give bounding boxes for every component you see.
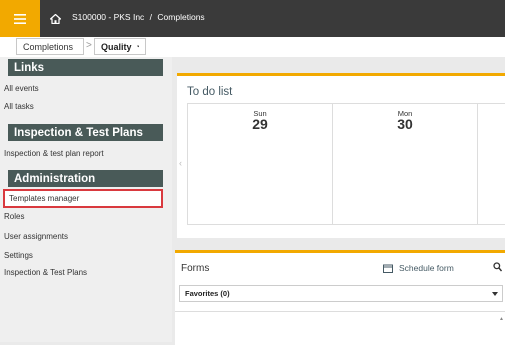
sidebar-item-all-events[interactable]: All events <box>0 80 164 96</box>
favorites-dropdown[interactable]: Favorites (0) <box>179 285 503 302</box>
sidebar-item-label: Templates manager <box>9 194 80 203</box>
sidebar-item-user-assignments[interactable]: User assignments <box>0 228 164 244</box>
chevron-down-icon <box>136 45 139 48</box>
chevron-left-icon[interactable]: ‹ <box>179 158 182 168</box>
completions-module-button[interactable]: Completions <box>16 38 84 55</box>
calendar-day-mon[interactable]: Mon 30 <box>333 104 478 225</box>
section-title: Inspection & Test Plans <box>14 126 143 139</box>
sidebar-item-label: All events <box>4 83 39 93</box>
breadcrumb-current[interactable]: Completions <box>157 12 204 22</box>
calendar-day-sun[interactable]: Sun 29 <box>188 104 333 225</box>
todo-list-title: To do list <box>187 86 233 98</box>
sidebar-item-label: Settings <box>4 250 33 260</box>
home-icon <box>49 13 61 24</box>
completions-module-label: Completions <box>23 41 74 52</box>
sidebar-item-itp[interactable]: Inspection & Test Plans <box>0 264 164 280</box>
hamburger-menu-icon <box>14 13 26 24</box>
menu-button[interactable] <box>0 0 40 37</box>
sidebar-item-label: All tasks <box>4 101 34 111</box>
day-number: 29 <box>252 116 268 132</box>
calendar-icon <box>383 264 393 273</box>
todo-list-panel: To do list ‹ Sun 29 Mon 30 <box>177 73 505 238</box>
calendar-grid: Sun 29 Mon 30 <box>187 103 505 225</box>
breadcrumb-separator: / <box>149 12 153 22</box>
sidebar-item-label: Inspection & Test Plans <box>4 267 88 277</box>
sidebar-item-label: User assignments <box>4 231 69 241</box>
schedule-form-button[interactable]: Schedule form <box>383 263 454 273</box>
sidebar-section-administration: Administration <box>8 170 163 187</box>
scroll-up-icon[interactable]: ▲ <box>499 316 504 322</box>
sidebar-item-label: Inspection & test plan report <box>4 148 104 158</box>
nav-separator: > <box>86 40 92 51</box>
sidebar-item-itp-report[interactable]: Inspection & test plan report <box>0 145 164 161</box>
breadcrumb-project[interactable]: S100000 - PKS Inc <box>72 12 144 22</box>
section-title: Administration <box>14 172 96 185</box>
sidebar-item-all-tasks[interactable]: All tasks <box>0 98 164 114</box>
module-nav-row: Completions > Quality <box>0 37 505 57</box>
sidebar-section-links: Links <box>8 59 163 76</box>
forms-list: ▲ <box>175 311 505 345</box>
home-button[interactable] <box>44 0 66 37</box>
forms-title: Forms <box>181 263 210 274</box>
section-title: Links <box>14 61 45 74</box>
schedule-form-label: Schedule form <box>399 263 454 273</box>
sidebar-section-itp: Inspection & Test Plans <box>8 124 163 141</box>
chevron-down-icon <box>492 292 498 296</box>
sidebar-item-roles[interactable]: Roles <box>0 208 164 224</box>
forms-panel: Forms Schedule form Favorites (0) ▲ <box>175 250 505 345</box>
quality-dropdown[interactable]: Quality <box>94 38 146 55</box>
sidebar: Links All events All tasks Inspection & … <box>0 57 172 342</box>
search-icon[interactable] <box>493 262 502 272</box>
favorites-label: Favorites (0) <box>185 289 230 298</box>
quality-dropdown-label: Quality <box>101 41 132 52</box>
day-number: 30 <box>397 116 413 132</box>
sidebar-item-label: Roles <box>4 211 25 221</box>
sidebar-item-settings[interactable]: Settings <box>0 247 164 263</box>
breadcrumb: S100000 - PKS Inc / Completions <box>72 12 205 22</box>
sidebar-item-templates-manager[interactable]: Templates manager <box>3 189 163 208</box>
top-bar: S100000 - PKS Inc / Completions <box>0 0 505 37</box>
